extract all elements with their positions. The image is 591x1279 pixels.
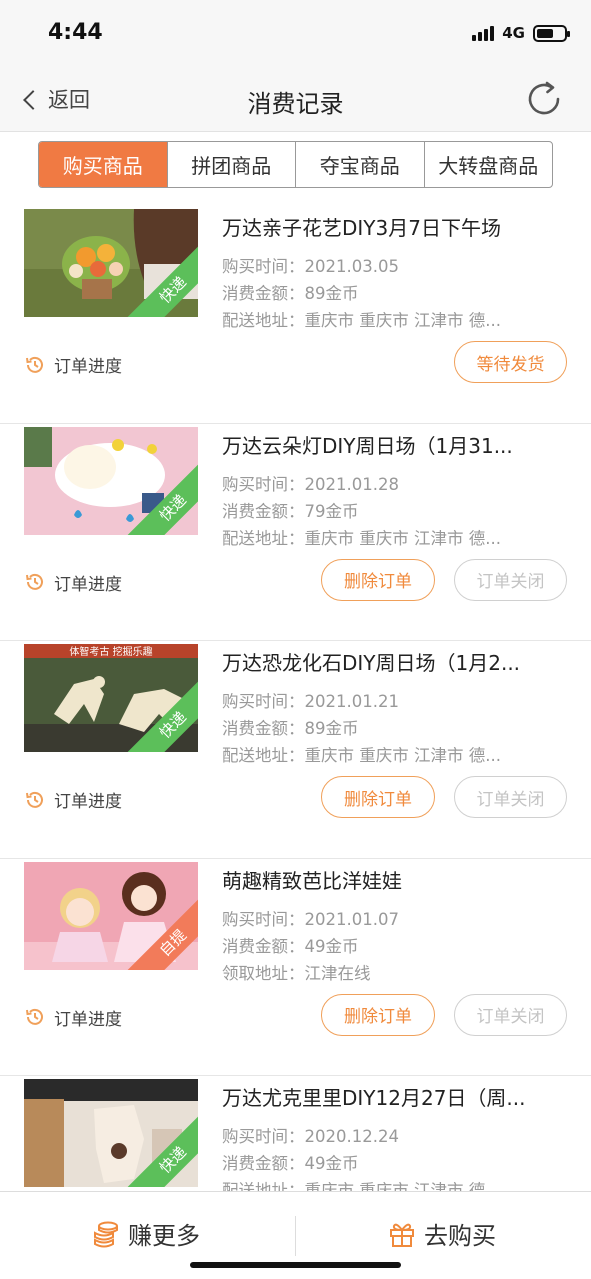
history-clock-icon bbox=[26, 573, 43, 590]
address: 配送地址：重庆市 重庆市 江津市 德... bbox=[222, 311, 501, 330]
purchase-time: 购买时间：2021.01.28 bbox=[222, 474, 399, 494]
tab-wheel[interactable]: 大转盘商品 bbox=[425, 142, 553, 187]
order-closed-button[interactable]: 订单关闭 bbox=[454, 776, 567, 818]
order-progress-link[interactable]: 订单进度 bbox=[24, 1005, 122, 1030]
purchase-time: 购买时间：2021.01.21 bbox=[222, 692, 399, 711]
product-image: 自提 bbox=[24, 861, 198, 970]
home-indicator bbox=[190, 1262, 401, 1268]
order-title: 万达亲子花艺DIY3月7日下午场 bbox=[222, 216, 501, 240]
status-bar: 4:44 4G bbox=[0, 0, 591, 70]
category-tabs: 购买商品 拼团商品 夺宝商品 大转盘商品 bbox=[38, 141, 553, 188]
page-title: 消费记录 bbox=[247, 90, 344, 118]
tab-treasure[interactable]: 夺宝商品 bbox=[296, 142, 425, 187]
product-image: 快递 bbox=[24, 426, 198, 535]
order-item[interactable]: 快递 万达云朵灯DIY周日场（1月31... 购买时间：2021.01.28 消… bbox=[0, 424, 591, 641]
order-progress-link[interactable]: 订单进度 bbox=[24, 352, 122, 377]
earn-more-label: 赚更多 bbox=[128, 1222, 200, 1250]
product-image: 快递 bbox=[24, 209, 198, 317]
battery-icon bbox=[533, 24, 570, 42]
history-clock-icon bbox=[26, 791, 43, 808]
order-progress-link[interactable]: 订单进度 bbox=[24, 787, 122, 812]
amount: 消费金额：49金币 bbox=[222, 936, 359, 956]
order-closed-button[interactable]: 订单关闭 bbox=[454, 558, 567, 601]
order-progress-label: 订单进度 bbox=[54, 357, 122, 377]
amount: 消费金额：79金币 bbox=[222, 501, 359, 521]
refresh-icon[interactable] bbox=[523, 78, 565, 120]
order-progress-label: 订单进度 bbox=[54, 1009, 122, 1030]
order-progress-label: 订单进度 bbox=[54, 574, 122, 595]
delete-order-button[interactable]: 删除订单 bbox=[321, 558, 435, 601]
gift-icon bbox=[390, 1223, 414, 1247]
awaiting-shipment-button[interactable]: 等待发货 bbox=[454, 341, 567, 383]
tab-group-buy[interactable]: 拼团商品 bbox=[168, 142, 296, 187]
order-list: 快递 万达亲子花艺DIY3月7日下午场 购买时间：2021.03.05 消费金额… bbox=[0, 206, 591, 1279]
purchase-time: 购买时间：2021.03.05 bbox=[222, 257, 399, 276]
status-time: 4:44 bbox=[48, 20, 103, 45]
purchase-time: 购买时间：2020.12.24 bbox=[222, 1127, 399, 1146]
order-progress-link[interactable]: 订单进度 bbox=[24, 570, 122, 595]
product-image: 体智考古 挖掘乐趣 快递 bbox=[24, 644, 198, 752]
order-title: 萌趣精致芭比洋娃娃 bbox=[222, 868, 402, 893]
amount: 消费金额：49金币 bbox=[222, 1154, 359, 1173]
order-item[interactable]: 快递 万达亲子花艺DIY3月7日下午场 购买时间：2021.03.05 消费金额… bbox=[0, 206, 591, 424]
delete-order-button[interactable]: 删除订单 bbox=[321, 993, 435, 1036]
history-clock-icon bbox=[26, 1008, 43, 1025]
image-banner-text: 体智考古 挖掘乐趣 bbox=[69, 645, 152, 658]
address: 配送地址：重庆市 重庆市 江津市 德... bbox=[222, 746, 501, 765]
order-item[interactable]: 自提 萌趣精致芭比洋娃娃 购买时间：2021.01.07 消费金额：49金币 领… bbox=[0, 859, 591, 1076]
order-closed-button[interactable]: 订单关闭 bbox=[454, 993, 567, 1036]
order-title: 万达恐龙化石DIY周日场（1月2... bbox=[222, 651, 521, 675]
order-progress-label: 订单进度 bbox=[54, 792, 122, 812]
purchase-time: 购买时间：2021.01.07 bbox=[222, 909, 399, 929]
order-item[interactable]: 体智考古 挖掘乐趣 快递 万达恐龙化石DIY周日场（1月2... 购买时间：20… bbox=[0, 641, 591, 859]
divider bbox=[295, 1216, 296, 1256]
go-shopping-button[interactable]: 去购买 bbox=[388, 1216, 496, 1251]
address: 领取地址：江津在线 bbox=[222, 963, 371, 983]
go-shopping-label: 去购买 bbox=[424, 1222, 496, 1250]
signal-icon bbox=[472, 25, 495, 41]
order-title: 万达尤克里里DIY12月27日（周... bbox=[222, 1086, 526, 1110]
tab-purchased[interactable]: 购买商品 bbox=[39, 142, 168, 187]
address: 配送地址：重庆市 重庆市 江津市 德... bbox=[222, 528, 501, 548]
delete-order-button[interactable]: 删除订单 bbox=[321, 776, 435, 818]
coins-icon bbox=[94, 1221, 118, 1247]
product-image: 快递 bbox=[24, 1079, 198, 1187]
order-title: 万达云朵灯DIY周日场（1月31... bbox=[222, 433, 513, 458]
status-indicators: 4G bbox=[472, 24, 570, 42]
network-type: 4G bbox=[502, 24, 525, 42]
amount: 消费金额：89金币 bbox=[222, 284, 359, 303]
history-clock-icon bbox=[26, 356, 43, 373]
amount: 消费金额：89金币 bbox=[222, 719, 359, 738]
navigation-bar: 返回 消费记录 bbox=[0, 70, 591, 132]
earn-more-button[interactable]: 赚更多 bbox=[92, 1216, 200, 1251]
